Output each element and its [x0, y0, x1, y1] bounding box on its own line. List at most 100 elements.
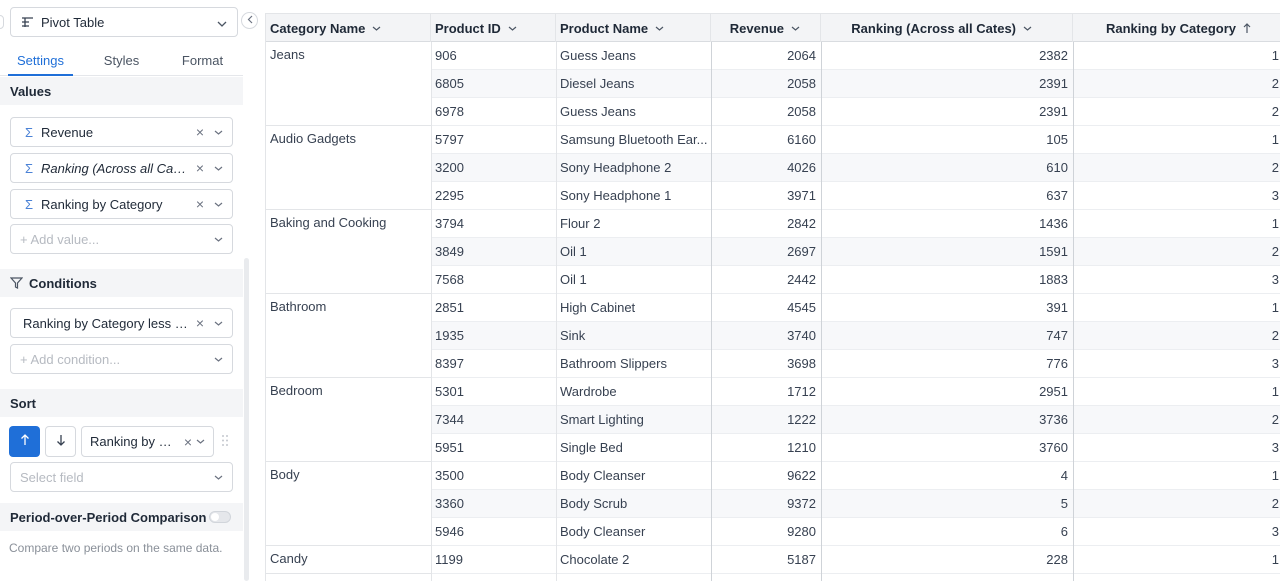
- column-header-product-id[interactable]: Product ID: [431, 14, 556, 42]
- column-header-product-name[interactable]: Product Name: [556, 14, 711, 42]
- product-id-cell: 6805: [435, 76, 464, 91]
- table-row: 5951 Single Bed 1210 3760 3: [431, 434, 1280, 462]
- column-header-label: Product ID: [435, 20, 501, 36]
- chevron-left-icon: [247, 15, 253, 27]
- ranking-all-cell: 391: [1046, 300, 1068, 315]
- column-divider: [821, 42, 822, 581]
- arrow-up-icon[interactable]: [1243, 22, 1251, 34]
- sort-field-select[interactable]: Ranking by Category ×: [81, 426, 214, 457]
- chevron-down-icon[interactable]: [791, 26, 800, 31]
- product-id-cell: 906: [435, 48, 457, 63]
- product-name-cell: Body Scrub: [560, 496, 628, 511]
- remove-icon[interactable]: ×: [192, 124, 208, 140]
- product-name-cell: Samsung Bluetooth Ear...: [560, 132, 708, 147]
- panel-tabs: Settings Styles Format: [0, 44, 243, 76]
- chevron-down-icon[interactable]: [208, 202, 228, 207]
- ranking-category-cell: 1: [1271, 552, 1279, 567]
- product-name-cell: Sink: [560, 328, 586, 343]
- pop-toggle[interactable]: [209, 511, 231, 523]
- drag-handle-icon[interactable]: [221, 434, 229, 447]
- table-row: 3200 Sony Headphone 2 4026 610 2: [431, 154, 1280, 182]
- table-row: 5301 Wardrobe 1712 2951 1: [431, 378, 1280, 406]
- chevron-down-icon: [217, 15, 227, 30]
- column-header-ranking-category[interactable]: Ranking by Category: [1073, 14, 1280, 42]
- panel-edge-handle[interactable]: [0, 15, 4, 29]
- remove-icon[interactable]: ×: [184, 434, 192, 450]
- column-divider: [556, 42, 557, 581]
- category-cell: Jeans: [266, 42, 431, 126]
- category-cell: Baking and Cooking: [266, 210, 431, 294]
- product-name-cell: Chocolate 2: [560, 552, 630, 567]
- product-id-cell: 5301: [435, 384, 464, 399]
- ranking-all-cell: 2391: [1039, 76, 1068, 91]
- remove-icon[interactable]: ×: [192, 160, 208, 176]
- remove-icon[interactable]: ×: [192, 315, 208, 331]
- product-name-cell: Sony Headphone 1: [560, 188, 672, 203]
- column-header-revenue[interactable]: Revenue: [711, 14, 821, 42]
- collapse-panel-button[interactable]: [241, 12, 258, 29]
- value-item[interactable]: Σ Ranking (Across all Cates) ×: [10, 153, 233, 183]
- sort-add-field-select[interactable]: Select field: [10, 462, 233, 492]
- value-item-label: Revenue: [41, 124, 94, 140]
- revenue-cell: 3740: [787, 328, 816, 343]
- chevron-down-icon[interactable]: [208, 130, 228, 135]
- ranking-category-cell: 2: [1271, 328, 1279, 343]
- revenue-cell: 2058: [787, 76, 816, 91]
- ranking-all-cell: 637: [1046, 188, 1068, 203]
- product-name-cell: Body Cleanser: [560, 468, 646, 483]
- column-header-label: Revenue: [729, 20, 784, 36]
- product-id-cell: 1199: [435, 552, 463, 567]
- tab-format[interactable]: Format: [162, 44, 243, 75]
- tab-styles[interactable]: Styles: [81, 44, 162, 75]
- table-row: 2851 High Cabinet 4545 391 1: [431, 294, 1280, 322]
- ranking-all-cell: 3760: [1039, 440, 1068, 455]
- category-cell: Bedroom: [266, 378, 431, 462]
- column-header-ranking-all[interactable]: Ranking (Across all Cates): [821, 14, 1073, 42]
- value-item[interactable]: Σ Ranking by Category ×: [10, 189, 233, 219]
- column-header-category-name[interactable]: Category Name: [266, 14, 431, 42]
- chevron-down-icon[interactable]: [508, 26, 517, 31]
- pivot-table: Category Name Product ID Product Name Re…: [265, 13, 1280, 581]
- remove-icon[interactable]: ×: [192, 196, 208, 212]
- ranking-all-cell: 1591: [1039, 244, 1068, 259]
- product-id-cell: 2851: [435, 300, 464, 315]
- product-id-cell: 5951: [435, 440, 464, 455]
- arrow-down-icon: [56, 433, 66, 450]
- chevron-down-icon[interactable]: [208, 321, 228, 326]
- table-row: 2295 Sony Headphone 1 3971 637 3: [431, 182, 1280, 210]
- column-divider: [711, 42, 712, 581]
- tab-settings[interactable]: Settings: [0, 44, 81, 76]
- condition-item[interactable]: Ranking by Category less than 4 ×: [10, 308, 233, 338]
- revenue-cell: 1222: [787, 412, 816, 427]
- product-name-cell: Single Bed: [560, 440, 623, 455]
- sort-section-header: Sort: [0, 389, 243, 417]
- category-cell: Audio Gadgets: [266, 126, 431, 210]
- category-cell: Candy: [266, 546, 431, 574]
- column-header-label: Ranking (Across all Cates): [851, 20, 1016, 36]
- product-name-cell: Diesel Jeans: [560, 76, 635, 91]
- chevron-down-icon[interactable]: [1023, 26, 1032, 31]
- viz-type-select[interactable]: Pivot Table: [10, 7, 238, 37]
- ranking-all-cell: 610: [1046, 160, 1068, 175]
- chevron-down-icon[interactable]: [655, 26, 664, 31]
- sort-descending-button[interactable]: [45, 426, 76, 457]
- select-field-placeholder: Select field: [20, 469, 84, 485]
- product-name-cell: Flour 2: [560, 216, 601, 231]
- product-name-cell: Oil 1: [560, 244, 587, 259]
- add-value-select[interactable]: + Add value...: [10, 224, 233, 254]
- sort-ascending-button[interactable]: [9, 426, 40, 457]
- ranking-category-cell: 1: [1271, 48, 1279, 63]
- panel-scrollbar[interactable]: [244, 258, 249, 581]
- add-condition-select[interactable]: + Add condition...: [10, 344, 233, 374]
- arrow-up-icon: [20, 433, 30, 450]
- chevron-down-icon[interactable]: [372, 26, 381, 31]
- table-row: 3794 Flour 2 2842 1436 1: [431, 210, 1280, 238]
- value-item[interactable]: Σ Revenue ×: [10, 117, 233, 147]
- column-header-label: Ranking by Category: [1105, 20, 1236, 36]
- table-row: 5946 Body Cleanser 9280 6 3: [431, 518, 1280, 546]
- product-id-cell: 3500: [435, 468, 464, 483]
- ranking-all-cell: 1436: [1039, 216, 1068, 231]
- condition-item-label: Ranking by Category less than 4: [23, 315, 188, 331]
- chevron-down-icon[interactable]: [208, 166, 228, 171]
- table-row: 7344 Smart Lighting 1222 3736 2: [431, 406, 1280, 434]
